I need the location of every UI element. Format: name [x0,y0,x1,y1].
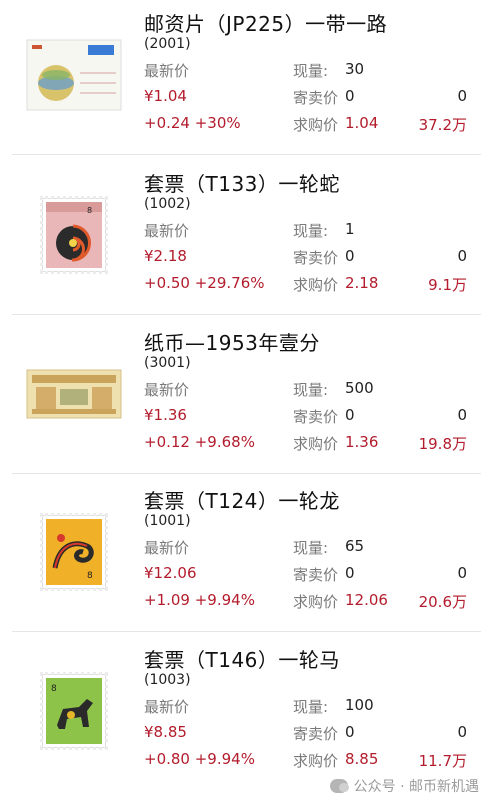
bid-label: 求购价 [293,116,339,134]
divider [12,473,481,474]
banknote-image [26,369,122,419]
watermark-text: 公众号 · 邮币新机遇 [353,779,479,795]
bid-amount: 9.1万 [428,276,467,294]
latest-price-label: 最新价 [144,222,190,240]
latest-price-label: 最新价 [144,62,190,80]
bid-amount: 19.8万 [418,435,467,453]
item-thumbnail[interactable] [24,349,124,439]
svg-text:8: 8 [51,684,57,694]
price-change: +0.12 +9.68% [144,433,255,451]
item-title[interactable]: 套票（T146）一轮马 [144,644,340,673]
consign-count: 0 [457,723,467,741]
bid-label: 求购价 [293,435,339,453]
latest-price-label: 最新价 [144,698,190,716]
price-change: +0.80 +9.94% [144,750,255,768]
bid-value: 2.18 [345,274,379,292]
price-change: +0.24 +30% [144,114,241,132]
consign-label: 寄卖价 [293,408,339,426]
latest-price-value: ¥1.04 [144,87,187,105]
stock-value: 65 [345,537,365,555]
divider [12,314,481,315]
consign-label: 寄卖价 [293,566,339,584]
item-title[interactable]: 邮资片（JP225）一带一路 [144,8,387,37]
latest-price-value: ¥2.18 [144,247,187,265]
bid-value: 1.36 [345,433,379,451]
item-code: (1002) [144,196,191,212]
consign-value: 0 [345,723,355,741]
bid-amount: 11.7万 [418,752,467,770]
list-item[interactable]: 8 套票（T133）一轮蛇 (1002) 最新价 现量: 1 ¥2.18 寄卖价… [0,160,493,315]
divider [12,631,481,632]
bid-value: 1.04 [345,114,379,132]
watermark: 公众号 · 邮币新机遇 [329,776,479,796]
price-change: +0.50 +29.76% [144,274,265,292]
consign-label: 寄卖价 [293,725,339,743]
consign-value: 0 [345,564,355,582]
svg-text:8: 8 [87,571,93,581]
market-list-page: 邮资片（JP225）一带一路 (2001) 最新价 现量: 30 ¥1.04 寄… [0,0,493,800]
item-title[interactable]: 套票（T124）一轮龙 [144,485,340,514]
item-thumbnail[interactable] [24,30,124,120]
price-change: +1.09 +9.94% [144,591,255,609]
latest-price-value: ¥1.36 [144,406,187,424]
list-item[interactable]: 8 套票（T124）一轮龙 (1001) 最新价 现量: 65 ¥12.06 寄… [0,477,493,632]
item-thumbnail[interactable]: 8 [24,507,124,597]
item-code: (3001) [144,355,191,371]
consign-label: 寄卖价 [293,89,339,107]
bid-value: 12.06 [345,591,388,609]
item-thumbnail[interactable]: 8 [24,666,124,756]
item-code: (1003) [144,672,191,688]
item-code: (2001) [144,36,191,52]
stock-label: 现量: [293,62,329,80]
item-title[interactable]: 套票（T133）一轮蛇 [144,168,340,197]
wechat-icon [329,779,349,793]
item-code: (1001) [144,513,191,529]
stock-label: 现量: [293,698,329,716]
stock-label: 现量: [293,539,329,557]
consign-count: 0 [457,247,467,265]
consign-count: 0 [457,406,467,424]
consign-value: 0 [345,406,355,424]
snake-stamp-image: 8 [40,196,108,274]
latest-price-label: 最新价 [144,539,190,557]
latest-price-value: ¥8.85 [144,723,187,741]
list-item[interactable]: 邮资片（JP225）一带一路 (2001) 最新价 现量: 30 ¥1.04 寄… [0,0,493,155]
item-thumbnail[interactable]: 8 [24,190,124,280]
postal-card-image [26,39,122,111]
list-item[interactable]: 纸币—1953年壹分 (3001) 最新价 现量: 500 ¥1.36 寄卖价 … [0,319,493,474]
consign-count: 0 [457,564,467,582]
consign-value: 0 [345,87,355,105]
stock-label: 现量: [293,381,329,399]
bid-label: 求购价 [293,752,339,770]
bid-value: 8.85 [345,750,379,768]
bid-label: 求购价 [293,593,339,611]
consign-label: 寄卖价 [293,249,339,267]
latest-price-value: ¥12.06 [144,564,197,582]
bid-amount: 37.2万 [418,116,467,134]
stock-label: 现量: [293,222,329,240]
horse-stamp-image: 8 [40,672,108,750]
consign-value: 0 [345,247,355,265]
latest-price-label: 最新价 [144,381,190,399]
svg-text:8: 8 [87,206,92,215]
consign-count: 0 [457,87,467,105]
dragon-stamp-image: 8 [40,513,108,591]
stock-value: 500 [345,379,374,397]
item-title[interactable]: 纸币—1953年壹分 [144,327,320,356]
stock-value: 100 [345,696,374,714]
bid-amount: 20.6万 [418,593,467,611]
divider [12,154,481,155]
stock-value: 30 [345,60,365,78]
stock-value: 1 [345,220,355,238]
bid-label: 求购价 [293,276,339,294]
